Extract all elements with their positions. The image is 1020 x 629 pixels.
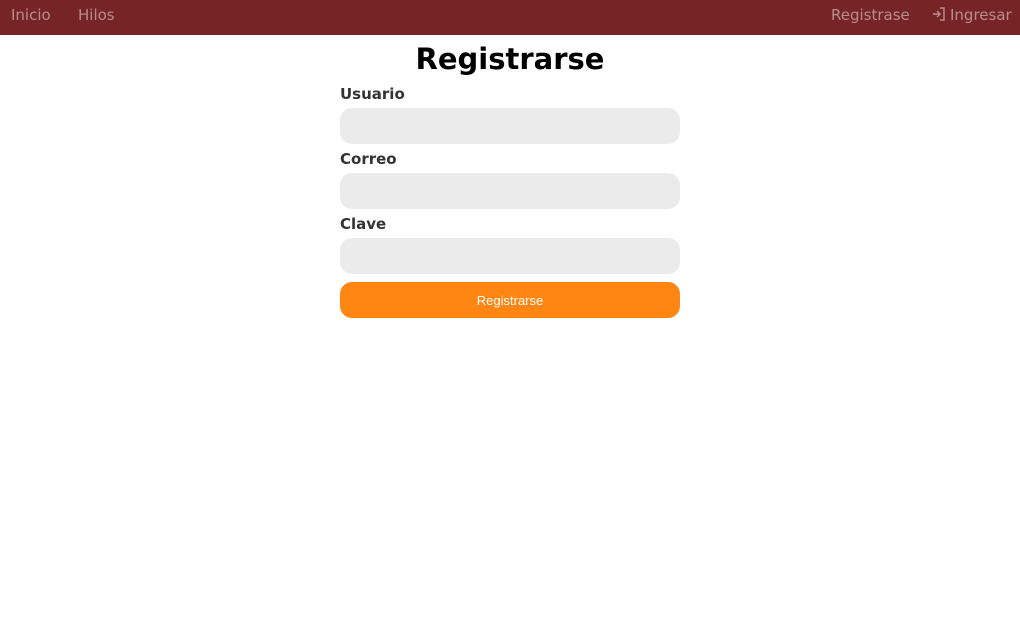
register-form: Usuario Correo Clave Registrarse xyxy=(340,85,680,318)
email-input[interactable] xyxy=(340,173,680,209)
register-submit-button[interactable]: Registrarse xyxy=(340,282,680,318)
nav-link-register[interactable]: Registrase xyxy=(831,6,910,24)
nav-link-login[interactable]: Ingresar xyxy=(932,6,1012,24)
email-label: Correo xyxy=(340,150,397,168)
page-title: Registrarse xyxy=(415,42,605,76)
nav-login-label: Ingresar xyxy=(950,6,1012,24)
nav-link-threads[interactable]: Hilos xyxy=(78,6,115,24)
sign-in-icon xyxy=(933,7,945,21)
top-navbar: Inicio Hilos Registrase Ingresar xyxy=(0,0,1020,35)
username-input[interactable] xyxy=(340,108,680,144)
password-label: Clave xyxy=(340,215,387,233)
password-input[interactable] xyxy=(340,238,680,274)
username-label: Usuario xyxy=(340,85,405,103)
nav-link-home[interactable]: Inicio xyxy=(11,6,51,24)
